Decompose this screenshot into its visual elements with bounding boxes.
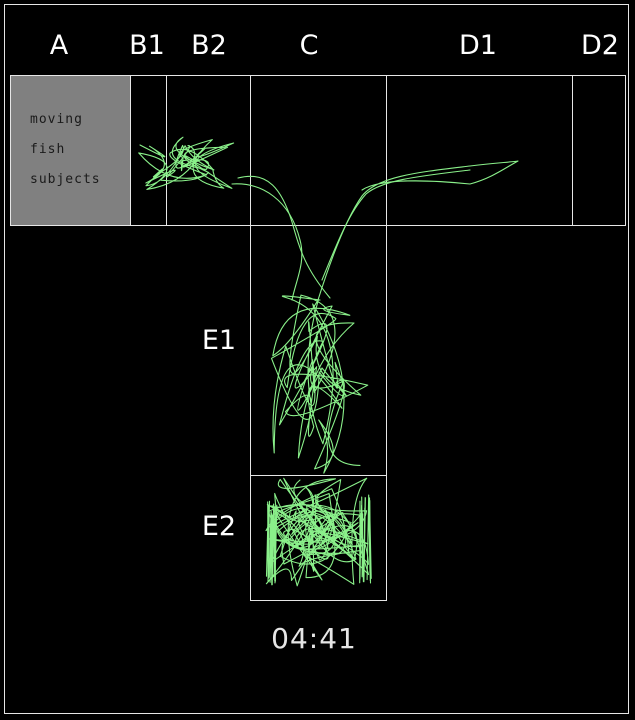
trace-left-branch-2 [231,183,303,301]
trace-left-branch [237,175,331,299]
trace-right-branch [317,160,519,301]
trace-e2-wander [265,477,370,587]
fish-trajectory [138,136,519,587]
trace-start-loops [138,136,235,191]
trace-e1-wander [270,294,369,474]
trace-right-branch-2 [321,169,471,281]
elapsed-timer: 04:41 [271,622,357,655]
